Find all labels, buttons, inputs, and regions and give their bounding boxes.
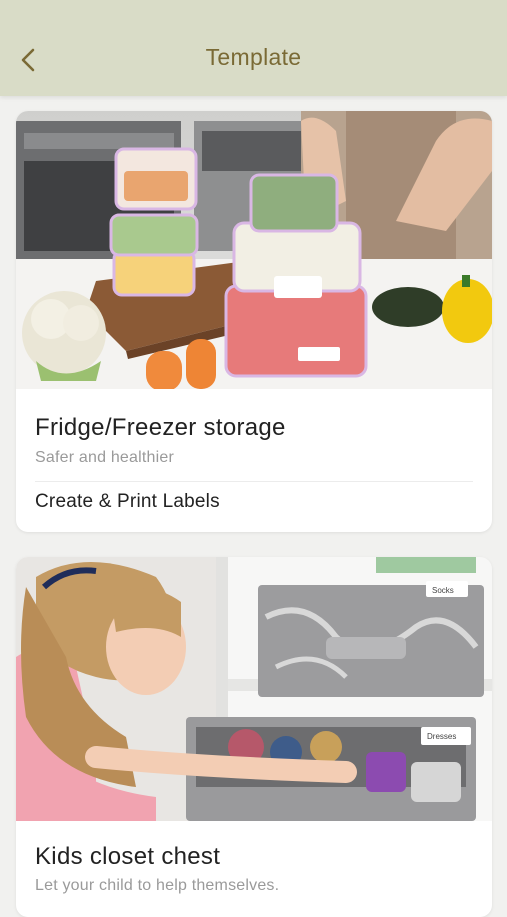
socks-label-text: Socks	[432, 586, 454, 595]
kids-closet-photo: Socks Dresses	[16, 557, 492, 821]
card-title: Kids closet chest	[35, 843, 221, 870]
card-divider	[35, 481, 473, 482]
create-print-labels-button[interactable]: Create & Print Labels	[35, 491, 220, 513]
dresses-label-text: Dresses	[427, 732, 456, 741]
app-header: Template	[0, 0, 507, 96]
food-storage-photo	[16, 111, 492, 389]
card-title: Fridge/Freezer storage	[35, 414, 286, 441]
page-title: Template	[205, 44, 302, 70]
template-card-kids-closet[interactable]: Socks Dresses Kids closet chest Let your…	[16, 557, 492, 917]
template-card-fridge-freezer[interactable]: Fridge/Freezer storage Safer and healthi…	[16, 111, 492, 532]
card-subtitle: Safer and healthier	[35, 449, 175, 466]
card-subtitle: Let your child to help themselves.	[35, 877, 280, 894]
